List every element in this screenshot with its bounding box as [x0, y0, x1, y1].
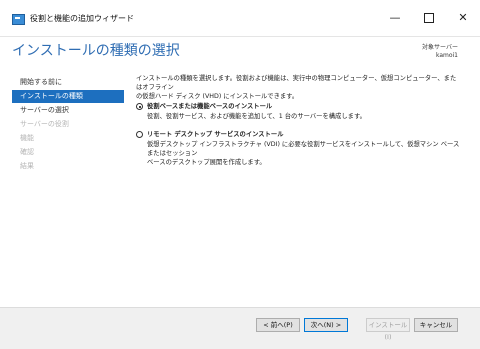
- title-bar: 役割と機能の追加ウィザード — ✕: [0, 0, 480, 37]
- nav-item-server-roles: サーバーの役割: [20, 120, 69, 128]
- nav-item-confirmation: 確認: [20, 148, 34, 156]
- window-title: 役割と機能の追加ウィザード: [30, 14, 134, 23]
- role-based-description: 役割、役割サービス、および機能を追加して、1 台のサーバーを構成します。: [147, 112, 465, 121]
- remote-desktop-desc-line-1: 仮想デスクトップ インフラストラクチャ (VDI) に必要な役割サービスをインス…: [147, 141, 460, 157]
- nav-item-before-you-begin[interactable]: 開始する前に: [12, 76, 124, 89]
- nav-item-features: 機能: [20, 134, 34, 142]
- remote-desktop-description: 仮想デスクトップ インフラストラクチャ (VDI) に必要な役割サービスをインス…: [147, 140, 465, 167]
- cancel-button[interactable]: キャンセル: [414, 318, 458, 332]
- target-server-label: 対象サーバー: [422, 44, 458, 51]
- page-header: インストールの種類の選択 対象サーバー kamoi1: [12, 38, 468, 66]
- wizard-steps-nav: 開始する前に インストールの種類 サーバーの選択 サーバーの役割 機能 確認 結…: [12, 72, 124, 302]
- install-button: インストール(I): [366, 318, 410, 341]
- minimize-button[interactable]: —: [378, 0, 412, 36]
- maximize-button[interactable]: [412, 0, 446, 36]
- close-button[interactable]: ✕: [446, 0, 480, 36]
- remote-desktop-title[interactable]: リモート デスクトップ サービスのインストール: [147, 130, 284, 139]
- target-server-name: kamoi1: [435, 52, 458, 59]
- nav-item-installation-type[interactable]: インストールの種類: [12, 90, 124, 103]
- description-line-2: の仮想ハード ディスク (VHD) にインストールできます。: [136, 93, 299, 100]
- server-manager-icon: [12, 14, 25, 25]
- role-based-title[interactable]: 役割ベースまたは機能ベースのインストール: [147, 102, 272, 111]
- remote-desktop-desc-line-2: ベースのデスクトップ展開を作成します。: [147, 159, 266, 166]
- remote-desktop-radio[interactable]: [136, 131, 143, 138]
- role-based-radio[interactable]: [136, 103, 143, 110]
- maximize-icon: [424, 13, 434, 23]
- installation-type-description: インストールの種類を選択します。役割および機能は、実行中の物理コンピューター、仮…: [136, 74, 462, 101]
- role-based-desc-line-1: 役割、役割サービス、および機能を追加して、1 台のサーバーを構成します。: [147, 113, 366, 120]
- description-line-1: インストールの種類を選択します。役割および機能は、実行中の物理コンピューター、仮…: [136, 75, 457, 91]
- wizard-footer: < 前へ(P) 次へ(N) > インストール(I) キャンセル: [0, 308, 480, 349]
- next-button[interactable]: 次へ(N) >: [304, 318, 348, 332]
- nav-item-server-selection[interactable]: サーバーの選択: [12, 104, 124, 117]
- nav-item-results: 結果: [20, 162, 34, 170]
- back-button[interactable]: < 前へ(P): [256, 318, 300, 332]
- page-title: インストールの種類の選択: [12, 43, 180, 59]
- content-area: インストールの種類を選択します。役割および機能は、実行中の物理コンピューター、仮…: [136, 74, 462, 304]
